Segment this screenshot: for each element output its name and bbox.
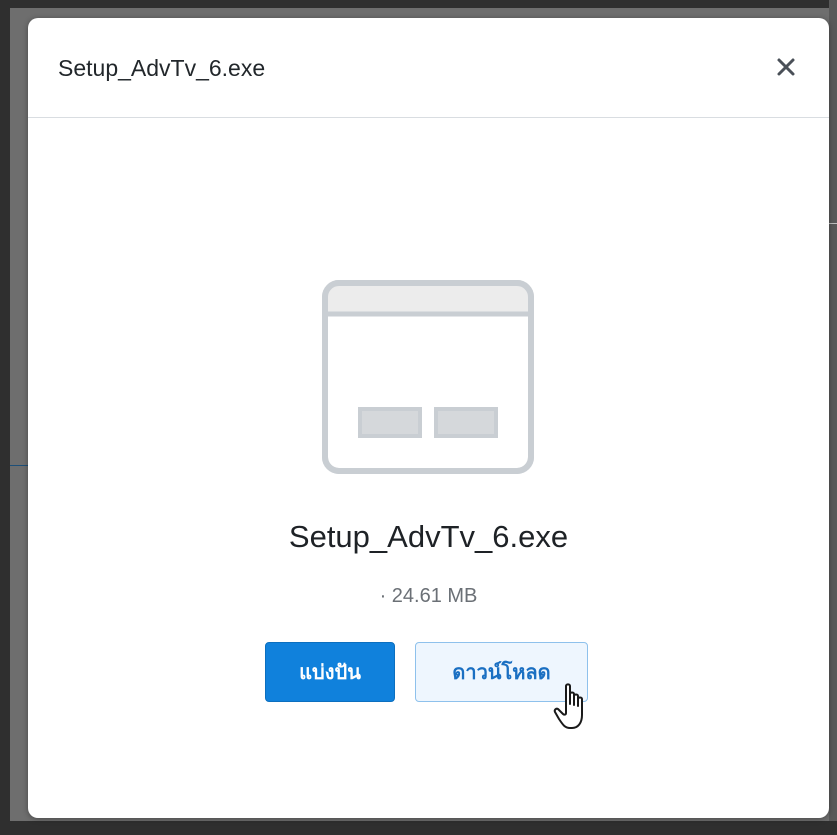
backdrop-top <box>0 0 837 8</box>
file-size: · 24.61 MB <box>379 585 478 607</box>
backdrop-divider <box>10 465 28 466</box>
backdrop-left <box>0 0 10 835</box>
share-button[interactable]: แบ่งปัน <box>265 642 395 702</box>
backdrop-bottom <box>0 821 837 835</box>
dialog-header: Setup_AdvTv_6.exe <box>28 18 829 118</box>
download-button[interactable]: ดาวน์โหลด <box>415 642 588 702</box>
file-preview-dialog: Setup_AdvTv_6.exe Setup_AdvTv_6.exe · 24… <box>28 18 829 818</box>
window-icon <box>322 280 534 479</box>
backdrop-divider-right <box>829 223 837 224</box>
close-button[interactable] <box>771 52 801 82</box>
file-name: Setup_AdvTv_6.exe <box>288 519 569 554</box>
dialog-title: Setup_AdvTv_6.exe <box>58 55 266 81</box>
close-icon <box>777 58 795 76</box>
backdrop-right <box>829 0 837 835</box>
